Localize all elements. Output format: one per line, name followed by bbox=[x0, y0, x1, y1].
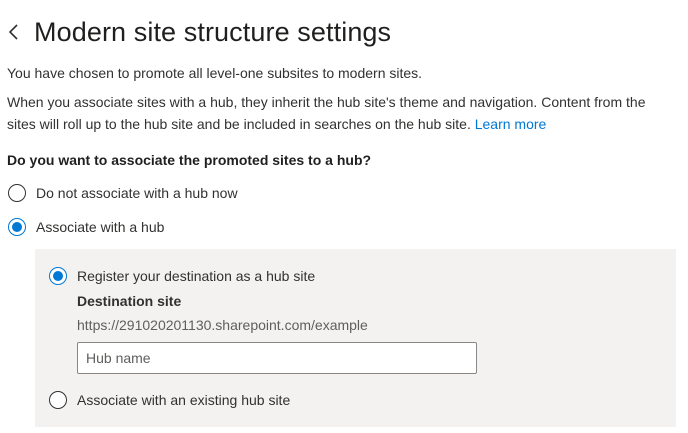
hub-explanation: When you associate sites with a hub, the… bbox=[7, 91, 677, 135]
promoted-sites-text: You have chosen to promote all level-one… bbox=[7, 65, 423, 81]
radio-label: Do not associate with a hub now bbox=[36, 185, 238, 201]
radio-button-unselected[interactable] bbox=[49, 391, 67, 409]
radio-option-existing-hub[interactable]: Associate with an existing hub site bbox=[49, 391, 290, 409]
chevron-left-icon bbox=[8, 24, 18, 40]
page-header: Modern site structure settings bbox=[8, 12, 391, 52]
destination-site-label: Destination site bbox=[77, 293, 182, 309]
page-title: Modern site structure settings bbox=[34, 16, 392, 47]
radio-label: Associate with a hub bbox=[36, 219, 165, 235]
radio-label: Associate with an existing hub site bbox=[77, 392, 291, 408]
destination-site-url: https://291020201130.sharepoint.com/exam… bbox=[77, 317, 368, 333]
radio-button-selected[interactable] bbox=[8, 218, 26, 236]
radio-option-do-not-associate[interactable]: Do not associate with a hub now bbox=[8, 184, 238, 202]
learn-more-link[interactable]: Learn more bbox=[475, 116, 547, 132]
radio-option-register-as-hub[interactable]: Register your destination as a hub site bbox=[49, 267, 315, 285]
radio-button-selected[interactable] bbox=[49, 267, 67, 285]
hub-explanation-text: When you associate sites with a hub, the… bbox=[7, 94, 646, 132]
radio-button-unselected[interactable] bbox=[8, 184, 26, 202]
back-button[interactable] bbox=[8, 12, 30, 52]
hub-options-panel: Register your destination as a hub site … bbox=[35, 249, 676, 427]
hub-name-input[interactable] bbox=[77, 342, 477, 374]
hub-question-label: Do you want to associate the promoted si… bbox=[7, 152, 372, 168]
radio-label: Register your destination as a hub site bbox=[77, 268, 316, 284]
radio-option-associate-with-hub[interactable]: Associate with a hub bbox=[8, 218, 164, 236]
